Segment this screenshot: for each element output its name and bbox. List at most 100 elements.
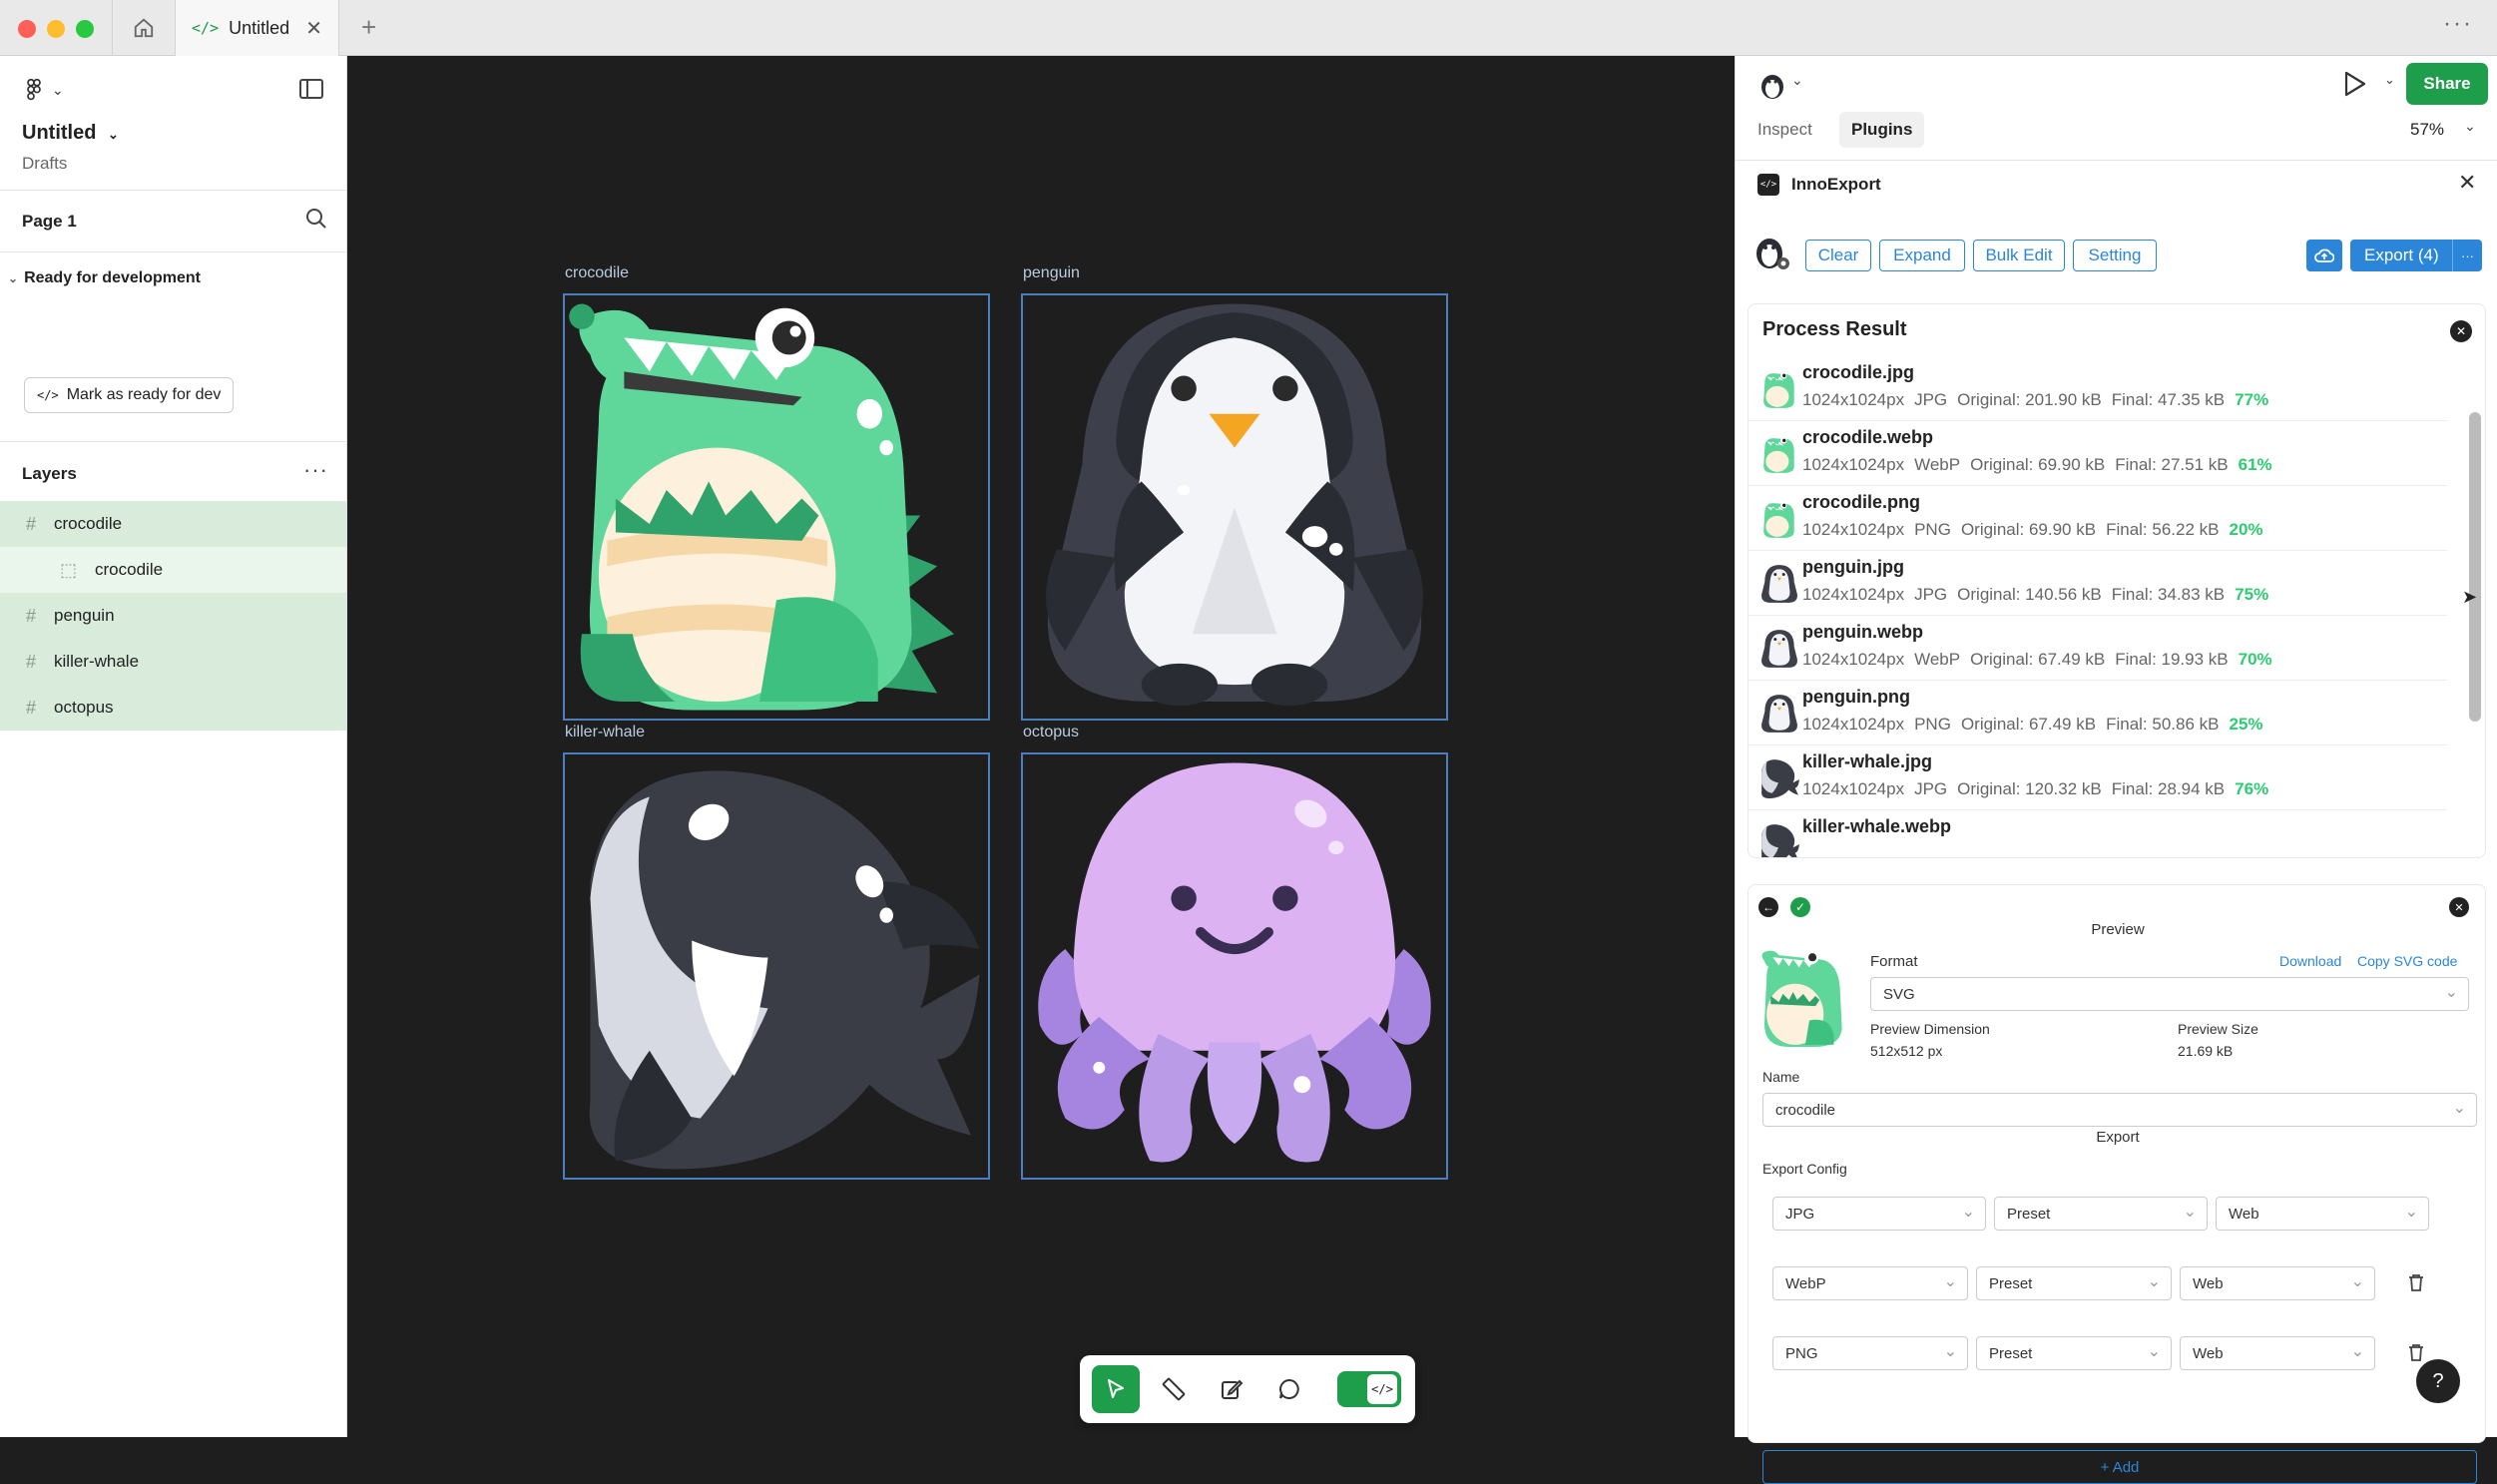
divider (1736, 160, 2497, 161)
result-reduction-percent: 77% (2235, 390, 2269, 409)
frame-penguin[interactable] (1021, 293, 1448, 721)
chevron-down-icon[interactable]: ⌄ (2464, 118, 2476, 135)
result-row[interactable]: crocodile.jpg 1024x1024px JPG Original: 201… (1748, 356, 2447, 421)
results-scrollbar[interactable] (2469, 412, 2481, 722)
layer-row[interactable]: # penguin (0, 593, 346, 639)
frame-label-killer-whale[interactable]: killer-whale (565, 724, 645, 742)
tab-title: Untitled (229, 17, 290, 38)
zoom-level[interactable]: 57% (2410, 120, 2444, 140)
frame-label-octopus[interactable]: octopus (1023, 724, 1079, 742)
layer-row[interactable]: # killer-whale (0, 639, 346, 685)
layer-name: crocodile (54, 514, 123, 533)
result-final-size: Final: 50.86 kB (2106, 715, 2220, 734)
export-target-select[interactable]: Web (2180, 1336, 2375, 1370)
measure-tool-icon[interactable] (1150, 1365, 1198, 1413)
export-format-select[interactable]: PNG (1772, 1336, 1968, 1370)
close-tab-icon[interactable]: ✕ (305, 16, 322, 41)
layer-row[interactable]: # octopus (0, 685, 346, 731)
export-target-select[interactable]: Web (2216, 1197, 2429, 1231)
close-result-icon[interactable]: ✕ (2450, 320, 2472, 342)
frame-killer-whale[interactable] (563, 752, 990, 1180)
frame-crocodile[interactable] (563, 293, 990, 721)
chevron-down-icon[interactable]: ⌄ (52, 82, 64, 99)
move-tool-icon[interactable] (1092, 1365, 1140, 1413)
layer-row[interactable]: ⬚ crocodile (0, 547, 346, 593)
page-name[interactable]: Page 1 (22, 212, 77, 232)
result-row[interactable]: crocodile.webp 1024x1024px WebP Original: 6… (1748, 421, 2447, 486)
results-list[interactable]: crocodile.jpg 1024x1024px JPG Original: 201… (1748, 356, 2457, 857)
result-row[interactable]: penguin.webp 1024x1024px WebP Original: 67.… (1748, 616, 2447, 681)
crocodile-thumbnail (1758, 433, 1800, 475)
result-row[interactable]: killer-whale.jpg 1024x1024px JPG Original: … (1748, 745, 2447, 810)
result-original-size: Original: 69.90 kB (1970, 455, 2106, 474)
export-target-select[interactable]: Web (2180, 1266, 2375, 1300)
export-button[interactable]: Export (4) ··· (2350, 240, 2482, 271)
edit-tool-icon[interactable] (1208, 1365, 1255, 1413)
layer-row[interactable]: # crocodile (0, 501, 346, 547)
result-row[interactable]: penguin.jpg 1024x1024px JPG Original: 140.5… (1748, 551, 2447, 616)
file-title[interactable]: Untitled ⌄ (22, 122, 119, 145)
close-plugin-icon[interactable]: ✕ (2458, 170, 2476, 196)
format-select[interactable]: SVG (1870, 977, 2469, 1011)
frame-octopus[interactable] (1021, 752, 1448, 1180)
layer-name: crocodile (95, 560, 164, 579)
comment-tool-icon[interactable] (1265, 1365, 1313, 1413)
bulk-edit-button[interactable]: Bulk Edit (1973, 240, 2065, 271)
trash-icon[interactable] (2407, 1342, 2425, 1367)
new-tab-icon[interactable]: + (361, 12, 376, 43)
more-options-icon[interactable]: ··· (2452, 240, 2482, 271)
result-meta: 1024x1024px PNG Original: 69.90 kB Final: 5… (1802, 520, 2263, 540)
help-button[interactable]: ? (2416, 1359, 2460, 1403)
figma-menu-icon[interactable] (24, 78, 44, 108)
expand-button[interactable]: Expand (1879, 240, 1965, 271)
tab-untitled[interactable]: </> Untitled ✕ (176, 0, 339, 56)
search-icon[interactable] (305, 208, 327, 235)
download-link[interactable]: Download (2279, 953, 2341, 969)
result-row[interactable]: killer-whale.webp (1748, 810, 2447, 857)
home-icon[interactable] (112, 0, 176, 56)
maximize-window-button[interactable] (76, 20, 94, 38)
more-options-icon[interactable]: ··· (2443, 10, 2473, 38)
export-preset-select[interactable]: Preset (1976, 1336, 2172, 1370)
export-preset-select[interactable]: Preset (1976, 1266, 2172, 1300)
result-file-name: crocodile.jpg (1802, 362, 1915, 382)
tab-plugins[interactable]: Plugins (1839, 112, 1925, 148)
result-row[interactable]: penguin.png 1024x1024px PNG Original: 67.49… (1748, 681, 2447, 745)
setting-button[interactable]: Setting (2073, 240, 2157, 271)
crocodile-thumbnail (1758, 498, 1800, 540)
minimize-window-button[interactable] (47, 20, 65, 38)
export-preset-select[interactable]: Preset (1994, 1197, 2208, 1231)
upload-cloud-icon[interactable] (2306, 240, 2342, 271)
export-format-select[interactable]: JPG (1772, 1197, 1986, 1231)
share-button[interactable]: Share (2406, 63, 2488, 105)
design-canvas[interactable]: crocodile penguin killer-whale octopus <… (347, 56, 1735, 1437)
trash-icon[interactable] (2407, 1272, 2425, 1297)
result-format: WebP (1914, 455, 1961, 474)
layers-title: Layers (22, 464, 77, 483)
dev-mode-toggle[interactable]: </> (1337, 1371, 1401, 1407)
play-icon[interactable] (2342, 70, 2368, 103)
sidebar-toggle-icon[interactable] (299, 78, 323, 105)
name-input[interactable]: crocodile (1762, 1093, 2477, 1127)
add-config-button[interactable]: + Add (1762, 1450, 2477, 1484)
export-format-select[interactable]: WebP (1772, 1266, 1968, 1300)
code-icon: </> (37, 388, 59, 402)
frame-label-penguin[interactable]: penguin (1023, 264, 1080, 282)
arrow-left-icon[interactable]: ← (1758, 897, 1778, 917)
close-window-button[interactable] (18, 20, 36, 38)
close-preview-icon[interactable]: ✕ (2449, 897, 2469, 917)
copy-svg-link[interactable]: Copy SVG code (2357, 953, 2457, 969)
mark-ready-button[interactable]: </> Mark as ready for dev (24, 377, 235, 413)
dev-section-header[interactable]: ⌄ Ready for development (8, 269, 201, 287)
more-options-icon[interactable]: ··· (303, 457, 328, 483)
clear-button[interactable]: Clear (1805, 240, 1871, 271)
chevron-down-icon: ⌄ (108, 127, 119, 142)
chevron-down-icon[interactable]: ⌄ (1791, 72, 1803, 89)
check-icon[interactable]: ✓ (1790, 897, 1810, 917)
result-final-size: Final: 27.51 kB (2115, 455, 2229, 474)
chevron-down-icon[interactable]: ⌄ (2384, 72, 2395, 88)
frame-label-crocodile[interactable]: crocodile (565, 264, 629, 282)
tab-inspect[interactable]: Inspect (1757, 120, 1812, 140)
user-avatar[interactable] (1757, 70, 1787, 105)
result-row[interactable]: crocodile.png 1024x1024px PNG Original: 69.… (1748, 486, 2447, 551)
